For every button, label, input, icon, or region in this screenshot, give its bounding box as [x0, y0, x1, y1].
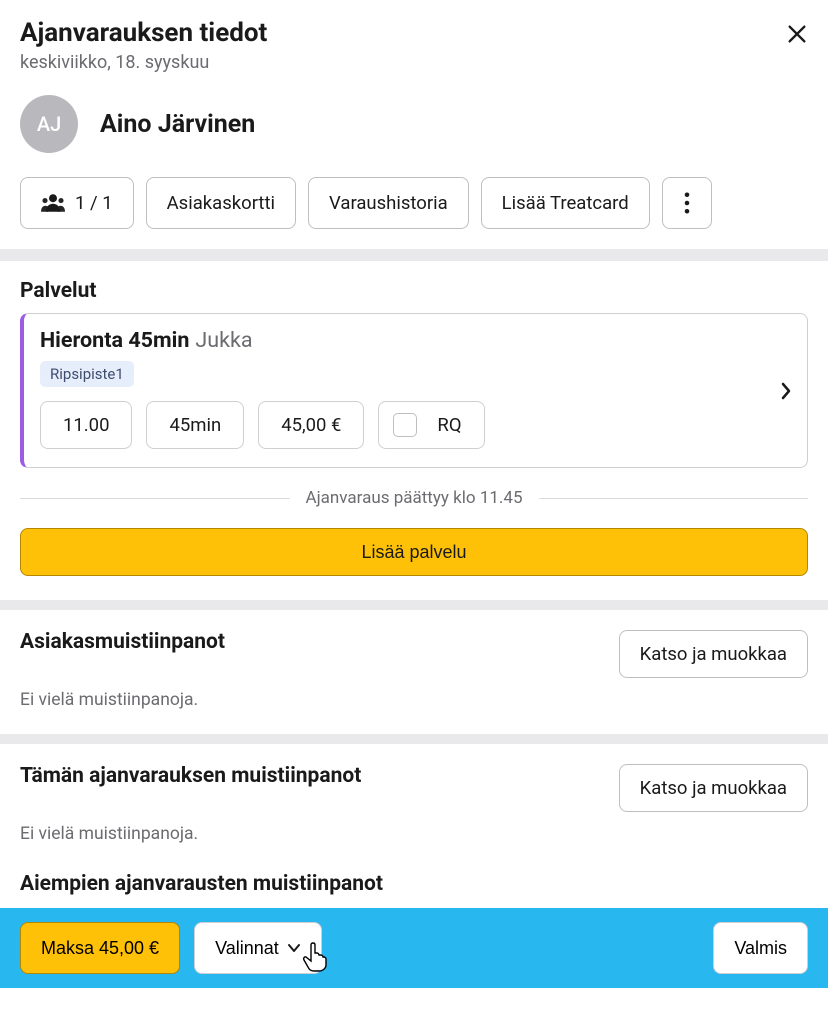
booking-notes-edit-label: Katso ja muokkaa [640, 777, 787, 799]
add-treatcard-button[interactable]: Lisää Treatcard [481, 177, 650, 229]
customer-card-label: Asiakaskortti [167, 192, 275, 214]
booking-notes-edit-button[interactable]: Katso ja muokkaa [619, 764, 808, 812]
add-treatcard-label: Lisää Treatcard [502, 192, 629, 214]
client-notes-panel: Asiakasmuistiinpanot Katso ja muokkaa Ei… [0, 610, 828, 734]
booking-history-button[interactable]: Varaushistoria [308, 177, 469, 229]
people-icon [41, 193, 65, 213]
booking-notes-heading: Tämän ajanvarauksen muistiinpanot [20, 764, 361, 788]
prev-bookings-notes-heading: Aiempien ajanvarausten muistiinpanot [20, 872, 808, 896]
service-time-field[interactable]: 11.00 [40, 401, 132, 449]
add-service-label: Lisää palvelu [361, 542, 466, 562]
service-title-row: Hieronta 45min Jukka [40, 328, 759, 353]
chevron-down-icon [287, 943, 301, 953]
service-rq-field[interactable]: RQ [378, 401, 484, 449]
services-heading: Palvelut [20, 279, 808, 303]
service-duration-field[interactable]: 45min [146, 401, 244, 449]
page-subtitle: keskiviikko, 18. syyskuu [20, 52, 267, 73]
chevron-right-icon [781, 382, 791, 400]
options-button[interactable]: Valinnat [194, 922, 322, 974]
service-card[interactable]: Hieronta 45min Jukka Ripsipiste1 11.00 4… [20, 313, 808, 468]
customer-row: AJ Aino Järvinen [20, 95, 808, 153]
service-price-field[interactable]: 45,00 € [258, 401, 364, 449]
service-duration-value: 45min [169, 414, 221, 436]
footer-bar: Maksa 45,00 € Valinnat Valmis [0, 908, 828, 988]
kebab-icon [684, 192, 690, 214]
service-staff: Jukka [195, 328, 252, 353]
service-controls: 11.00 45min 45,00 € RQ [40, 401, 759, 449]
service-tag-wrap: Ripsipiste1 [40, 353, 759, 387]
ends-row: Ajanvaraus päättyy klo 11.45 [20, 488, 808, 508]
options-chevron [287, 943, 301, 953]
people-count-label: 1 / 1 [75, 192, 113, 214]
service-tag: Ripsipiste1 [40, 361, 134, 387]
pay-label: Maksa 45,00 € [41, 938, 159, 958]
booking-notes-row: Tämän ajanvarauksen muistiinpanot Katso … [20, 764, 808, 812]
close-button[interactable] [786, 18, 808, 50]
booking-notes-block: Tämän ajanvarauksen muistiinpanot [20, 764, 361, 788]
more-menu-button[interactable] [662, 177, 712, 229]
close-icon [786, 23, 808, 45]
pay-button[interactable]: Maksa 45,00 € [20, 922, 180, 974]
options-label: Valinnat [215, 938, 279, 959]
done-label: Valmis [734, 938, 787, 959]
client-notes-edit-label: Katso ja muokkaa [640, 643, 787, 665]
divider-right [539, 498, 809, 499]
action-row: 1 / 1 Asiakaskortti Varaushistoria Lisää… [20, 177, 808, 229]
header-panel: Ajanvarauksen tiedot keskiviikko, 18. sy… [0, 0, 828, 249]
client-notes-heading: Asiakasmuistiinpanot [20, 630, 225, 654]
service-time-value: 11.00 [63, 414, 109, 436]
booking-history-label: Varaushistoria [329, 192, 448, 214]
divider-left [20, 498, 290, 499]
client-notes-empty: Ei vielä muistiinpanoja. [20, 690, 808, 710]
rq-checkbox[interactable] [393, 413, 417, 437]
services-panel: Palvelut Hieronta 45min Jukka Ripsipiste… [0, 261, 828, 600]
title-row: Ajanvarauksen tiedot keskiviikko, 18. sy… [20, 18, 808, 73]
avatar[interactable]: AJ [20, 95, 78, 153]
page-title: Ajanvarauksen tiedot [20, 18, 267, 48]
service-chevron [781, 382, 791, 400]
people-count-button[interactable]: 1 / 1 [20, 177, 134, 229]
done-button[interactable]: Valmis [713, 922, 808, 974]
client-notes-block: Asiakasmuistiinpanot [20, 630, 225, 654]
add-service-button[interactable]: Lisää palvelu [20, 528, 808, 576]
client-notes-row: Asiakasmuistiinpanot Katso ja muokkaa [20, 630, 808, 678]
rq-label: RQ [437, 414, 461, 436]
service-price-value: 45,00 € [281, 414, 341, 436]
service-name: Hieronta 45min [40, 328, 189, 353]
customer-card-button[interactable]: Asiakaskortti [146, 177, 296, 229]
title-block: Ajanvarauksen tiedot keskiviikko, 18. sy… [20, 18, 267, 73]
ends-text: Ajanvaraus päättyy klo 11.45 [306, 488, 523, 508]
customer-name: Aino Järvinen [100, 110, 255, 139]
booking-notes-empty: Ei vielä muistiinpanoja. [20, 824, 808, 844]
client-notes-edit-button[interactable]: Katso ja muokkaa [619, 630, 808, 678]
